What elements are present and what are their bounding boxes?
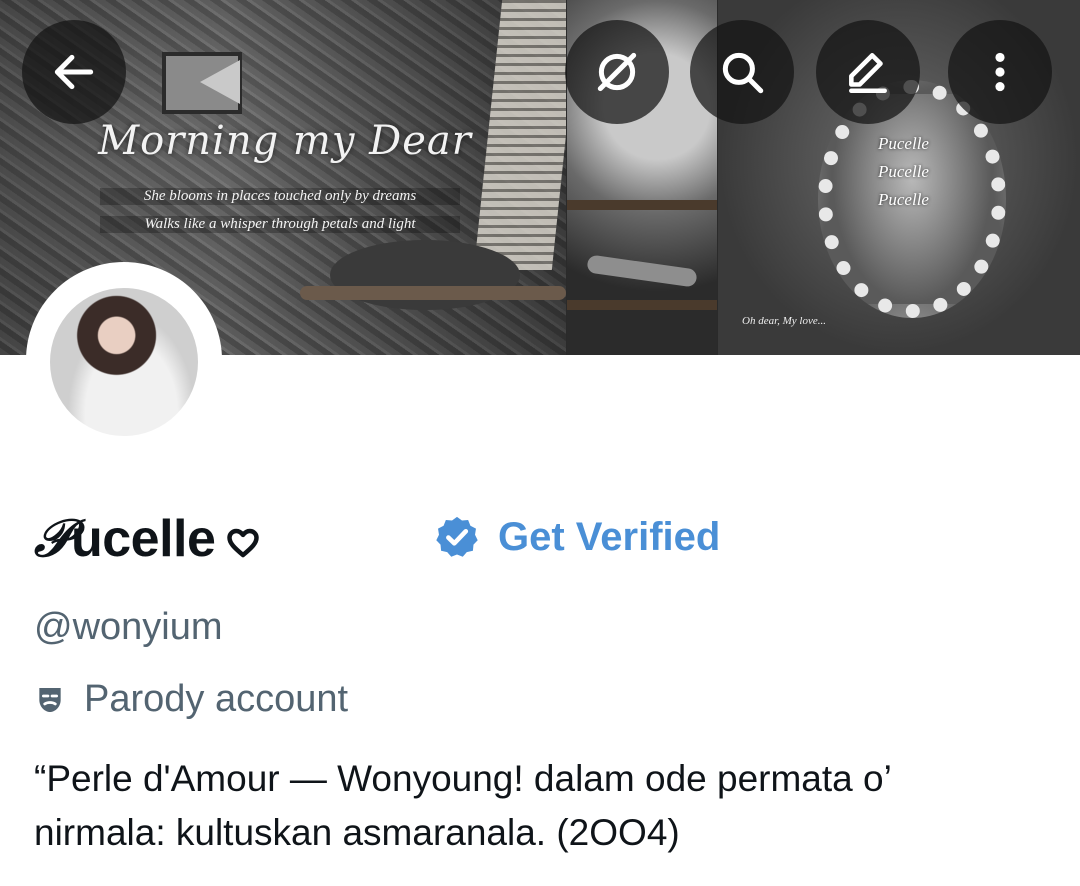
edit-button[interactable]	[816, 20, 920, 124]
parody-label-text: Parody account	[84, 678, 349, 720]
heart-icon	[227, 528, 260, 558]
bed-rail	[300, 286, 566, 300]
silver-spoon	[586, 254, 698, 288]
user-handle: @wonyium	[34, 606, 223, 648]
parody-account-label[interactable]: Parody account	[34, 678, 348, 721]
search-button[interactable]	[690, 20, 794, 124]
banner-line-2: Walks like a whisper through petals and …	[100, 216, 460, 233]
verified-badge-icon	[436, 516, 478, 557]
avatar-image	[50, 288, 198, 436]
get-verified-link[interactable]: Get Verified	[434, 514, 720, 560]
bio-line-1: “Perle d'Amour — Wonyoung! dalam ode per…	[34, 758, 892, 799]
display-name-initial: 𝒫	[34, 508, 72, 569]
theater-mask-icon	[39, 687, 61, 712]
edit-icon	[849, 53, 887, 94]
grok-button[interactable]	[565, 20, 669, 124]
banner-line-1: She blooms in places touched only by dre…	[100, 188, 460, 205]
get-verified-label: Get Verified	[498, 514, 721, 559]
display-name: 𝒫ucelle	[34, 508, 261, 570]
banner-title: Morning my Dear	[98, 118, 472, 164]
display-name-rest: ucelle	[71, 510, 216, 568]
banner-caption: Oh dear, My love...	[742, 315, 827, 327]
search-icon	[722, 52, 764, 94]
back-button[interactable]	[22, 20, 126, 124]
wall-lamp	[200, 60, 240, 104]
more-vertical-icon	[995, 52, 1005, 92]
bio-line-2: nirmala: kultuskan asmaranala. (2OO4)	[34, 812, 680, 853]
more-button[interactable]	[948, 20, 1052, 124]
back-arrow-icon	[54, 54, 94, 90]
profile-bio: “Perle d'Amour — Wonyoung! dalam ode per…	[34, 752, 1054, 860]
pucelle-word-1: Pucelle	[878, 134, 929, 153]
profile-avatar[interactable]	[26, 262, 222, 458]
grok-icon	[597, 52, 637, 92]
pucelle-word-3: Pucelle	[878, 190, 929, 209]
pucelle-word-2: Pucelle	[878, 162, 929, 181]
